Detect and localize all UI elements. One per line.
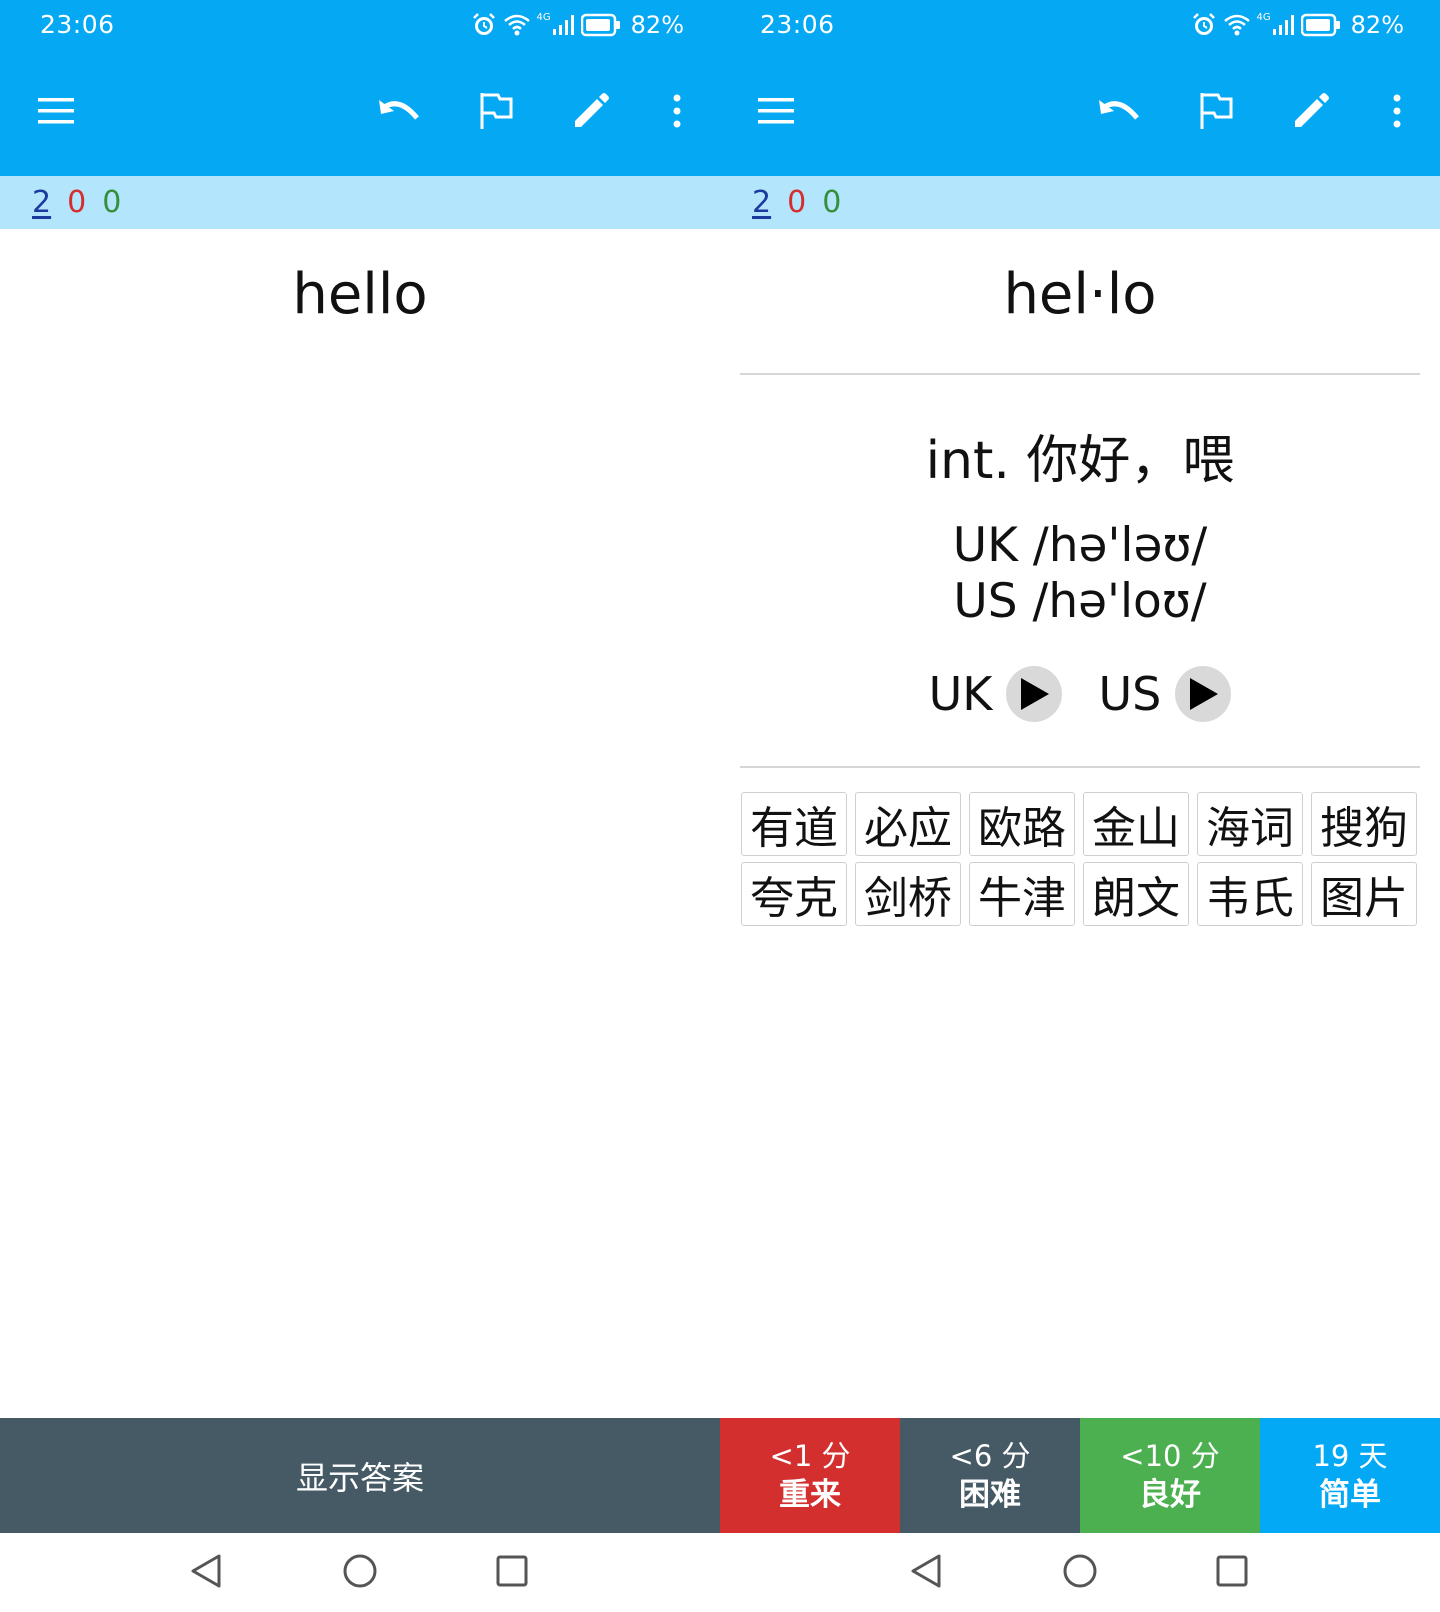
easy-interval: 19 天	[1312, 1438, 1388, 1473]
new-count: 2	[32, 185, 52, 220]
hard-interval: <6 分	[949, 1438, 1031, 1473]
new-count: 2	[752, 185, 772, 220]
card-counts: 2 0 0	[720, 176, 1440, 229]
battery-icon	[1300, 13, 1341, 37]
dict-images-button[interactable]: 图片	[1311, 862, 1417, 926]
status-time: 23:06	[760, 10, 835, 39]
battery-icon	[580, 13, 621, 37]
status-icons: 4G 82%	[471, 10, 684, 40]
app-bar: 23:06 4G 82%	[0, 0, 720, 176]
review-count: 0	[102, 185, 122, 220]
play-us-button[interactable]	[1175, 666, 1232, 722]
dict-quark-button[interactable]: 夸克	[741, 862, 847, 926]
dictionary-links: 有道 必应 欧路 金山 海词 搜狗 夸克 剑桥 牛津 朗文 韦氏 图片	[741, 792, 1421, 926]
play-icon	[1190, 678, 1219, 710]
hard-label: 困难	[959, 1476, 1021, 1513]
learning-count: 0	[67, 185, 87, 220]
dict-bing-button[interactable]: 必应	[855, 792, 961, 856]
alarm-icon	[1191, 12, 1217, 38]
audio-row: UK US	[720, 666, 1440, 722]
recent-apps-icon[interactable]	[1212, 1551, 1252, 1591]
learning-count: 0	[787, 185, 807, 220]
flag-icon[interactable]	[473, 88, 519, 134]
audio-us-label: US	[1098, 667, 1162, 721]
battery-percent: 82%	[1350, 11, 1404, 39]
good-label: 良好	[1139, 1476, 1201, 1513]
dict-eudic-button[interactable]: 欧路	[969, 792, 1075, 856]
answer-screen: 23:06 4G 82% 2 0 0 hel·lo int. 你好，喂 UK /…	[720, 0, 1440, 1612]
screens-container: 23:06 4G 82% 2 0 0 hello 显示答案 23:06 4G 8…	[0, 0, 1440, 1612]
edit-icon[interactable]	[568, 88, 614, 134]
dict-dict-cn-button[interactable]: 海词	[1197, 792, 1303, 856]
alarm-icon	[471, 12, 497, 38]
question-word: hello	[292, 262, 428, 327]
menu-icon[interactable]	[33, 88, 79, 134]
home-icon[interactable]	[340, 1551, 380, 1591]
network-type: 4G	[536, 12, 551, 23]
dict-webster-button[interactable]: 韦氏	[1197, 862, 1303, 926]
network-type: 4G	[1256, 12, 1271, 23]
wifi-icon	[1223, 13, 1251, 37]
easy-button[interactable]: 19 天 简单	[1260, 1418, 1440, 1533]
play-uk-button[interactable]	[1006, 666, 1063, 722]
battery-percent: 82%	[630, 11, 684, 39]
review-count: 0	[822, 185, 842, 220]
undo-icon[interactable]	[376, 88, 422, 134]
audio-uk-label: UK	[928, 667, 993, 721]
wifi-icon	[503, 13, 531, 37]
show-answer-button[interactable]: 显示答案	[0, 1418, 720, 1533]
undo-icon[interactable]	[1096, 88, 1142, 134]
phonetic-us: US /hə'loʊ/	[953, 574, 1207, 629]
again-interval: <1 分	[769, 1438, 851, 1473]
answer-bar: 显示答案	[0, 1418, 720, 1533]
ease-buttons: <1 分 重来 <6 分 困难 <10 分 良好 19 天 简单	[720, 1418, 1440, 1533]
dict-oxford-button[interactable]: 牛津	[969, 862, 1075, 926]
status-icons: 4G 82%	[1191, 10, 1404, 40]
good-interval: <10 分	[1120, 1438, 1220, 1473]
dict-cambridge-button[interactable]: 剑桥	[855, 862, 961, 926]
status-time: 23:06	[40, 10, 115, 39]
home-icon[interactable]	[1060, 1551, 1100, 1591]
divider	[740, 373, 1420, 375]
more-icon[interactable]	[1374, 88, 1420, 134]
more-icon[interactable]	[654, 88, 700, 134]
phonetic-uk: UK /hə'ləʊ/	[952, 518, 1208, 573]
again-label: 重来	[779, 1476, 841, 1513]
app-bar: 23:06 4G 82%	[720, 0, 1440, 176]
dict-youdao-button[interactable]: 有道	[741, 792, 847, 856]
signal-icon: 4G	[537, 13, 575, 37]
card-counts: 2 0 0	[0, 176, 720, 229]
dict-longman-button[interactable]: 朗文	[1083, 862, 1189, 926]
flag-icon[interactable]	[1193, 88, 1239, 134]
dict-sogou-button[interactable]: 搜狗	[1311, 792, 1417, 856]
system-nav-bar	[0, 1533, 720, 1612]
good-button[interactable]: <10 分 良好	[1080, 1418, 1260, 1533]
again-button[interactable]: <1 分 重来	[720, 1418, 900, 1533]
recent-apps-icon[interactable]	[492, 1551, 532, 1591]
play-icon	[1021, 678, 1050, 710]
hard-button[interactable]: <6 分 困难	[900, 1418, 1080, 1533]
question-screen: 23:06 4G 82% 2 0 0 hello 显示答案	[0, 0, 720, 1612]
divider	[740, 766, 1420, 768]
answer-word: hel·lo	[1003, 262, 1157, 327]
back-icon[interactable]	[186, 1551, 226, 1591]
easy-label: 简单	[1319, 1476, 1381, 1513]
word-meaning: int. 你好，喂	[925, 431, 1235, 491]
system-nav-bar	[720, 1533, 1440, 1612]
back-icon[interactable]	[906, 1551, 946, 1591]
signal-icon: 4G	[1257, 13, 1295, 37]
edit-icon[interactable]	[1288, 88, 1334, 134]
dict-iciba-button[interactable]: 金山	[1083, 792, 1189, 856]
menu-icon[interactable]	[753, 88, 799, 134]
